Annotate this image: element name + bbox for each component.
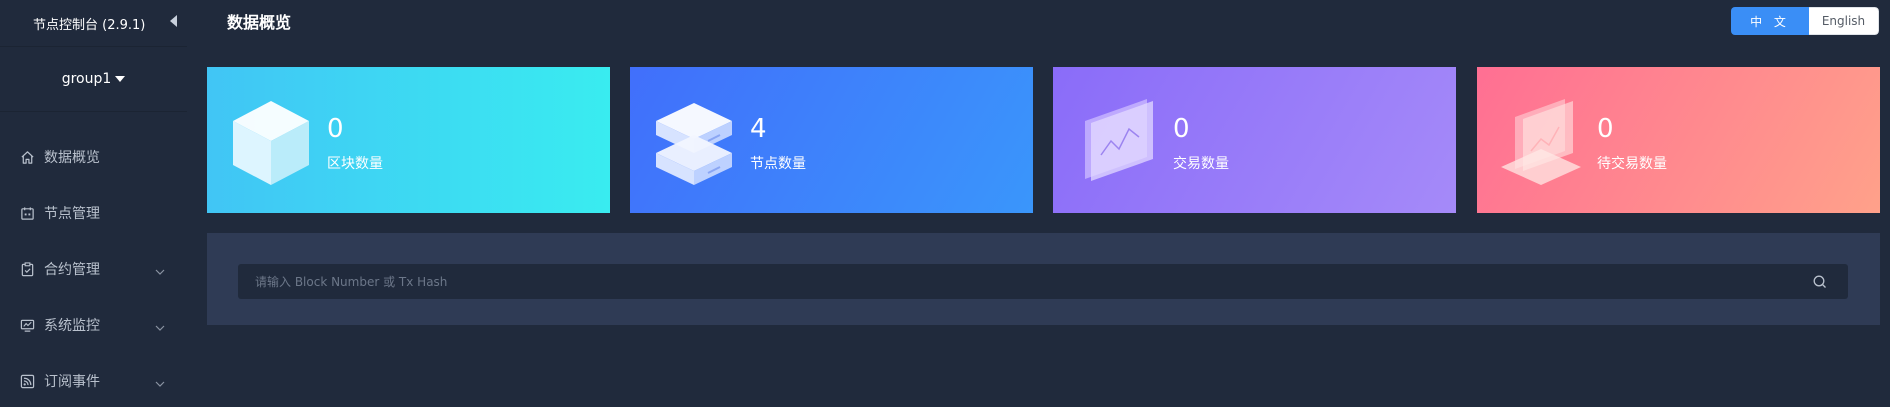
- sidebar-item-label: 合约管理: [44, 262, 100, 278]
- sidebar-item-events[interactable]: 订阅事件: [0, 353, 187, 407]
- pending-transaction-icon: [1495, 89, 1587, 189]
- stat-card-pending: 0 待交易数量: [1477, 67, 1880, 213]
- sidebar-item-overview[interactable]: 数据概览: [0, 129, 187, 185]
- rss-icon: [19, 373, 35, 389]
- search-input[interactable]: [238, 264, 1848, 299]
- sidebar-item-label: 订阅事件: [44, 374, 100, 390]
- clipboard-icon: [19, 261, 35, 277]
- search-box: [238, 264, 1848, 299]
- stat-value: 0: [1597, 114, 1614, 144]
- sidebar-menu: 数据概览 节点管理 合约管理 系统监控 订阅事件: [0, 129, 187, 407]
- stat-value: 0: [327, 114, 344, 144]
- sidebar-item-monitor[interactable]: 系统监控: [0, 297, 187, 353]
- sidebar: 节点控制台 (2.9.1) group1 数据概览 节点管理 合约管理 系统监控…: [0, 0, 187, 407]
- sidebar-item-label: 节点管理: [44, 206, 100, 222]
- language-switch: 中 文 English: [1731, 7, 1879, 35]
- brand-header: 节点控制台 (2.9.1): [0, 0, 187, 47]
- sidebar-item-label: 数据概览: [44, 150, 100, 166]
- calendar-icon: [19, 205, 35, 221]
- sidebar-item-contracts[interactable]: 合约管理: [0, 241, 187, 297]
- transaction-screen-icon: [1071, 89, 1163, 189]
- stat-card-transactions: 0 交易数量: [1053, 67, 1456, 213]
- page-title: 数据概览: [227, 13, 292, 32]
- stat-label: 交易数量: [1173, 156, 1229, 172]
- cube-icon: [225, 89, 317, 189]
- sidebar-item-label: 系统监控: [44, 318, 100, 334]
- sidebar-item-nodes[interactable]: 节点管理: [0, 185, 187, 241]
- stat-label: 节点数量: [750, 156, 806, 172]
- chevron-down-icon: [155, 263, 165, 279]
- caret-down-icon: [115, 76, 126, 82]
- app-title: 节点控制台 (2.9.1): [33, 17, 146, 33]
- chevron-down-icon: [155, 375, 165, 391]
- stat-card-blocks: 0 区块数量: [207, 67, 610, 213]
- chevron-down-icon: [155, 319, 165, 335]
- server-stack-icon: [648, 89, 740, 189]
- stat-value: 0: [1173, 114, 1190, 144]
- home-icon: [19, 149, 35, 165]
- lang-zh-button[interactable]: 中 文: [1731, 7, 1809, 35]
- group-selector[interactable]: group1: [0, 47, 187, 112]
- stat-card-nodes: 4 节点数量: [630, 67, 1033, 213]
- search-icon[interactable]: [1812, 274, 1828, 290]
- collapse-sidebar-icon[interactable]: [170, 15, 177, 27]
- group-name: group1: [61, 71, 112, 87]
- lang-en-button[interactable]: English: [1809, 7, 1879, 35]
- monitor-chart-icon: [19, 317, 35, 333]
- stat-label: 区块数量: [327, 156, 383, 172]
- stat-value: 4: [750, 114, 767, 144]
- search-panel: [207, 233, 1880, 325]
- stat-label: 待交易数量: [1597, 156, 1667, 172]
